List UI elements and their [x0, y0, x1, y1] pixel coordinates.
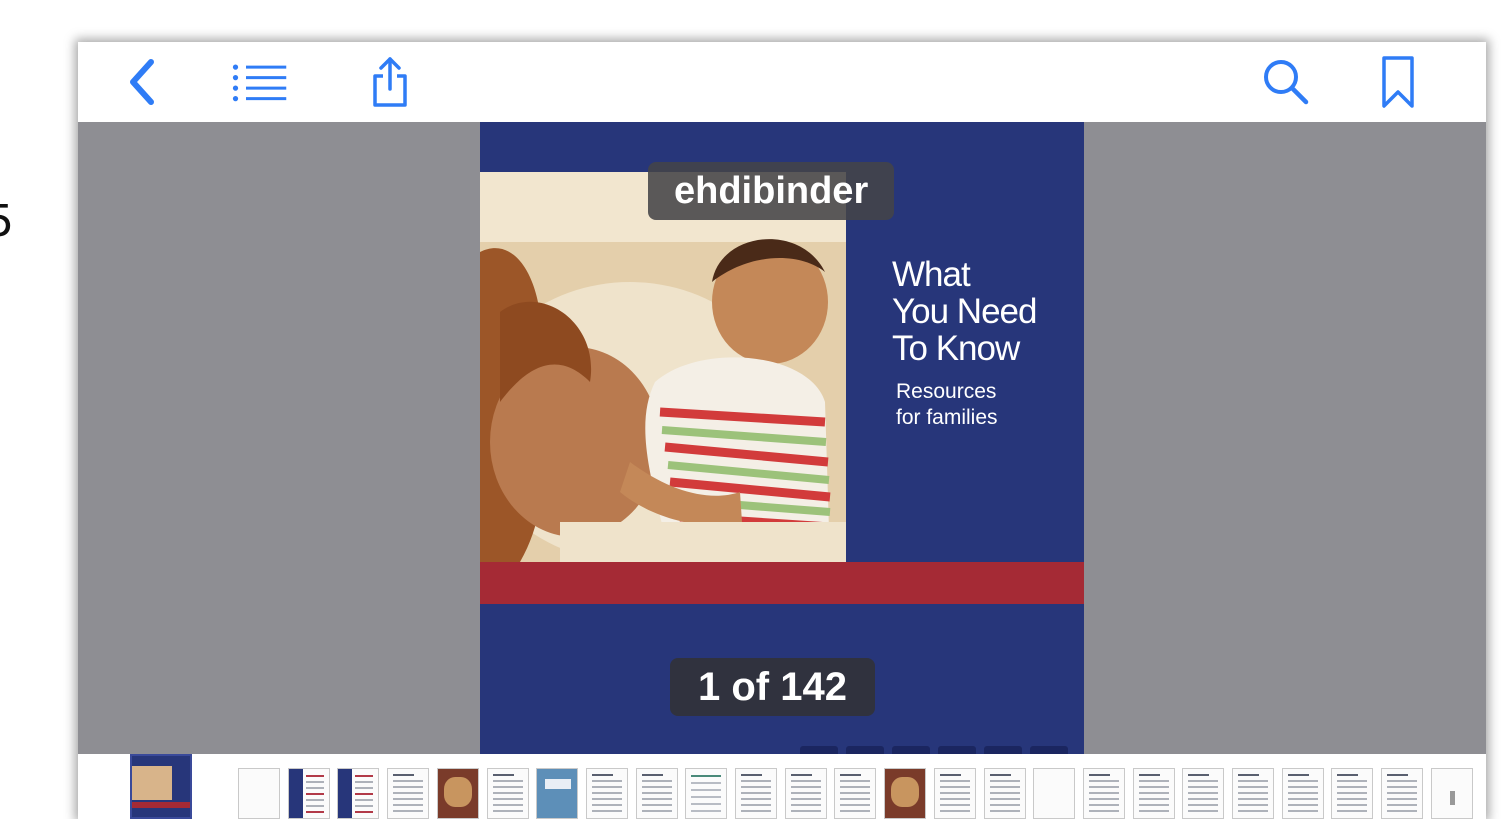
cover-title-line: What — [892, 255, 971, 294]
page-thumbnail[interactable] — [784, 768, 827, 819]
page-thumbnail[interactable] — [1082, 768, 1125, 819]
page-thumbnail[interactable] — [1331, 768, 1374, 819]
document-name-overlay: ehdibinder — [648, 162, 895, 220]
page-thumbnail[interactable] — [1132, 768, 1175, 819]
back-button[interactable] — [114, 54, 170, 110]
bookmark-icon — [1382, 56, 1414, 108]
cover-subtitle-line: for families — [896, 406, 998, 429]
search-button[interactable] — [1258, 54, 1314, 110]
cover-subtitle: Resources for families — [896, 379, 1076, 431]
pdf-viewer-window: What You Need To Know Resources for fami… — [78, 42, 1486, 819]
page-thumbnail[interactable] — [337, 768, 380, 819]
share-icon — [373, 57, 407, 107]
page-thumbnail[interactable] — [685, 768, 728, 819]
cover-title: What You Need To Know — [892, 256, 1082, 367]
page-thumbnail[interactable] — [585, 768, 628, 819]
page-thumbnail[interactable] — [1182, 768, 1225, 819]
page-thumbnail[interactable] — [735, 768, 777, 819]
table-of-contents-button[interactable] — [232, 54, 288, 110]
page-thumbnail[interactable] — [130, 754, 192, 819]
page-thumbnail[interactable] — [436, 768, 479, 819]
mother-and-baby-image — [480, 172, 846, 562]
page-thumbnail[interactable] — [1232, 768, 1274, 819]
page-thumbnail[interactable] — [1430, 768, 1473, 819]
page-indicator: 1 of 142 — [670, 658, 875, 716]
page-thumbnail[interactable] — [1281, 768, 1324, 819]
cover-title-line: You Need — [892, 292, 1037, 331]
share-button[interactable] — [362, 54, 418, 110]
search-icon — [1264, 60, 1309, 105]
page-thumbnail[interactable] — [933, 768, 976, 819]
chevron-left-icon — [130, 59, 154, 105]
cropped-footer-text — [800, 742, 1080, 754]
page-thumbnail[interactable] — [238, 768, 280, 819]
cover-red-band — [480, 562, 1084, 604]
page-thumbnail[interactable] — [1381, 768, 1424, 819]
page-thumbnail[interactable] — [287, 768, 330, 819]
page-thumbnail[interactable] — [486, 768, 529, 819]
thumbnail-strip[interactable] — [78, 754, 1486, 819]
page-thumbnail[interactable] — [635, 768, 678, 819]
bookmark-button[interactable] — [1370, 54, 1426, 110]
page-thumbnail[interactable] — [983, 768, 1026, 819]
cover-title-line: To Know — [892, 329, 1020, 368]
list-icon — [232, 64, 287, 102]
page-thumbnail[interactable] — [884, 768, 927, 819]
page-thumbnail[interactable] — [834, 768, 877, 819]
cover-photo — [480, 172, 846, 562]
page-thumbnail[interactable] — [1033, 768, 1076, 819]
edge-text-fragment: 5 — [0, 196, 14, 247]
document-viewer[interactable]: What You Need To Know Resources for fami… — [78, 122, 1486, 754]
cover-subtitle-line: Resources — [896, 380, 997, 403]
page-thumbnail[interactable] — [536, 768, 579, 819]
toolbar — [78, 42, 1486, 123]
page-thumbnail[interactable] — [387, 768, 430, 819]
